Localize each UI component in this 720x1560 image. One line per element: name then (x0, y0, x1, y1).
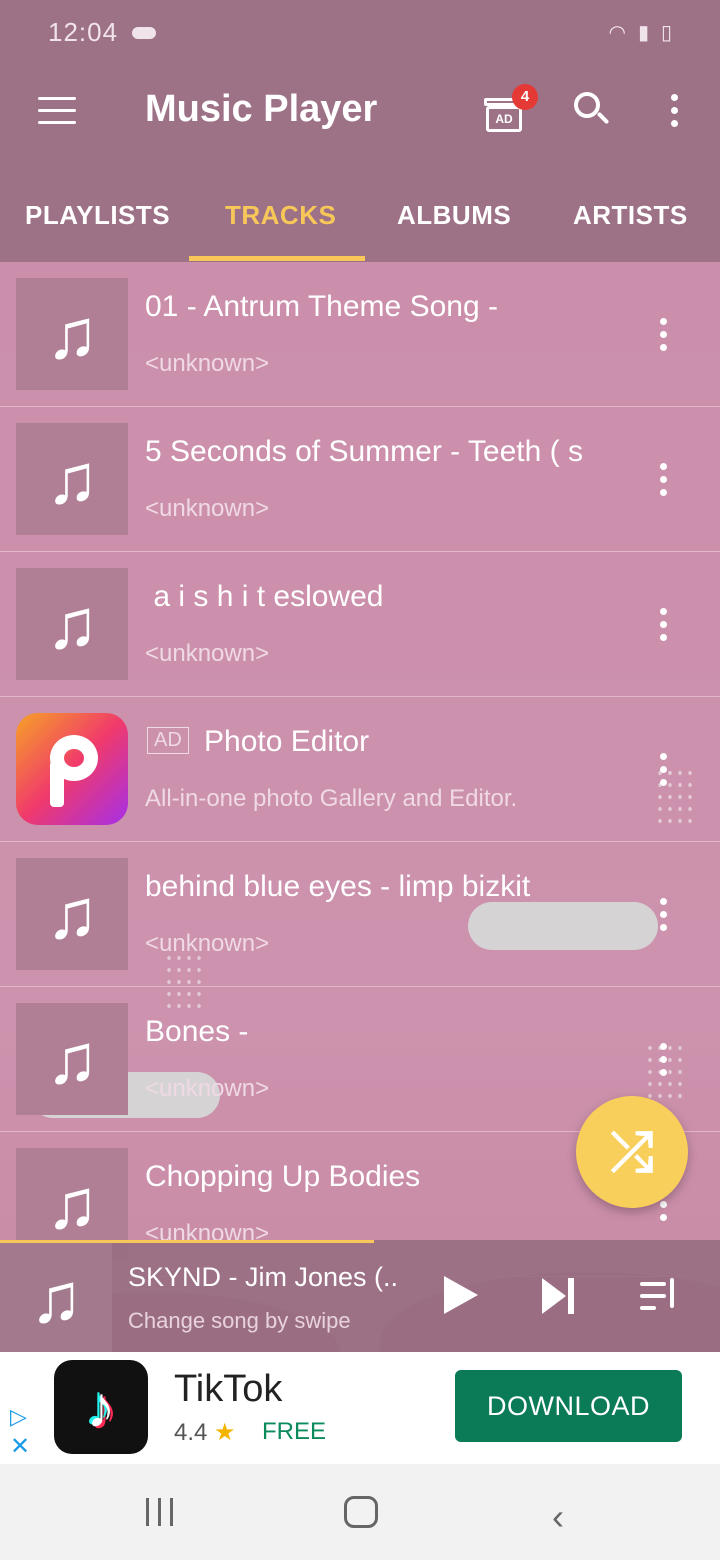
signal-icon: ▮ (637, 21, 649, 44)
download-button[interactable]: DOWNLOAD (455, 1370, 682, 1442)
now-playing-thumbnail: ♫ (0, 1243, 112, 1352)
photo-editor-app-icon (16, 713, 128, 825)
track-artist: <unknown> (145, 1075, 270, 1102)
track-title: Chopping Up Bodies (145, 1160, 421, 1193)
shuffle-button[interactable]: ⤮ (576, 1096, 688, 1208)
track-title: a i s h i t eslowed (145, 580, 384, 613)
track-more-icon[interactable] (660, 1043, 668, 1082)
queue-icon[interactable] (640, 1278, 680, 1314)
ad-title: Photo Editor (204, 725, 370, 758)
music-note-icon: ♫ (45, 440, 99, 518)
track-artist: <unknown> (145, 640, 270, 667)
recents-icon[interactable] (146, 1498, 176, 1526)
tab-bar: PLAYLISTS TRACKS ALBUMS ARTISTS (0, 164, 720, 262)
play-icon[interactable] (444, 1276, 478, 1314)
cloud-icon (132, 27, 157, 39)
track-thumbnail: ♫ (16, 568, 128, 680)
menu-icon[interactable] (38, 97, 76, 125)
ad-close-icon[interactable]: ✕ (10, 1432, 30, 1461)
tab-indicator (189, 256, 365, 261)
ad-row[interactable]: AD Photo Editor All-in-one photo Gallery… (0, 697, 720, 842)
app-bar: Music Player AD (0, 64, 720, 164)
tiktok-app-icon: ♪ (54, 1360, 148, 1454)
track-thumbnail: ♫ (16, 423, 128, 535)
status-bar: 12:04 ◠ ▮ ▯ (0, 0, 720, 64)
music-note-icon: ♫ (45, 1020, 99, 1098)
wifi-icon: ◠ (608, 21, 626, 44)
system-nav-bar: ‹ (0, 1464, 720, 1560)
track-more-icon[interactable] (660, 898, 668, 937)
ad-price: FREE (262, 1418, 327, 1445)
ad-description: All-in-one photo Gallery and Editor. (145, 785, 518, 812)
track-title: behind blue eyes - limp bizkit (145, 870, 531, 903)
now-playing-hint: Change song by swipe (128, 1308, 351, 1333)
track-row[interactable]: ♫ behind blue eyes - limp bizkit <unknow… (0, 842, 720, 987)
now-playing-bar[interactable]: ♫ SKYND - Jim Jones (.. Change song by s… (0, 1240, 720, 1352)
tab-albums[interactable]: ALBUMS (397, 200, 511, 231)
app-title: Music Player (145, 88, 378, 130)
ad-choices-icon[interactable]: ▷ (10, 1404, 27, 1430)
gift-ad-label: AD (486, 106, 522, 132)
track-row[interactable]: ♫ a i s h i t eslowed <unknown> (0, 552, 720, 697)
music-note-icon: ♫ (45, 1165, 99, 1243)
ad-tag: AD (147, 727, 189, 754)
ad-more-icon[interactable] (660, 753, 668, 792)
track-row[interactable]: ♫ 01 - Antrum Theme Song - <unknown> (0, 262, 720, 407)
ad-app-name: TikTok (174, 1368, 283, 1410)
status-time: 12:04 (48, 16, 119, 47)
track-artist: <unknown> (145, 350, 270, 377)
back-icon[interactable]: ‹ (552, 1496, 564, 1538)
music-note-icon: ♫ (29, 1258, 83, 1337)
track-thumbnail: ♫ (16, 858, 128, 970)
music-note-icon: ♫ (45, 295, 99, 373)
track-thumbnail: ♫ (16, 1003, 128, 1115)
track-artist: <unknown> (145, 930, 270, 957)
tab-artists[interactable]: ARTISTS (573, 200, 688, 231)
ad-rating: 4.4 ★ (174, 1419, 236, 1446)
music-note-icon: ♫ (45, 875, 99, 953)
more-options-icon[interactable] (671, 94, 679, 133)
track-artist: <unknown> (145, 495, 270, 522)
track-title: 5 Seconds of Summer - Teeth ( s (145, 435, 583, 468)
shuffle-icon: ⤮ (610, 1121, 654, 1182)
track-more-icon[interactable] (660, 318, 668, 357)
track-more-icon[interactable] (660, 608, 668, 647)
now-playing-title: SKYND - Jim Jones (.. (128, 1262, 399, 1292)
track-more-icon[interactable] (660, 463, 668, 502)
home-icon[interactable] (344, 1496, 378, 1528)
track-row[interactable]: ♫ 5 Seconds of Summer - Teeth ( s <unkno… (0, 407, 720, 552)
ad-banner[interactable]: ♪ TikTok 4.4 ★ FREE DOWNLOAD (0, 1352, 720, 1464)
battery-icon: ▯ (660, 21, 672, 44)
search-icon[interactable] (574, 92, 610, 128)
music-note-icon: ♫ (45, 585, 99, 663)
tab-playlists[interactable]: PLAYLISTS (25, 200, 170, 231)
star-icon: ★ (214, 1419, 236, 1446)
track-thumbnail: ♫ (16, 278, 128, 390)
track-title: Bones - (145, 1015, 249, 1048)
notification-badge: 4 (512, 84, 538, 110)
tab-tracks[interactable]: TRACKS (225, 200, 336, 231)
skip-next-icon[interactable] (542, 1278, 576, 1314)
track-title: 01 - Antrum Theme Song - (145, 290, 498, 323)
